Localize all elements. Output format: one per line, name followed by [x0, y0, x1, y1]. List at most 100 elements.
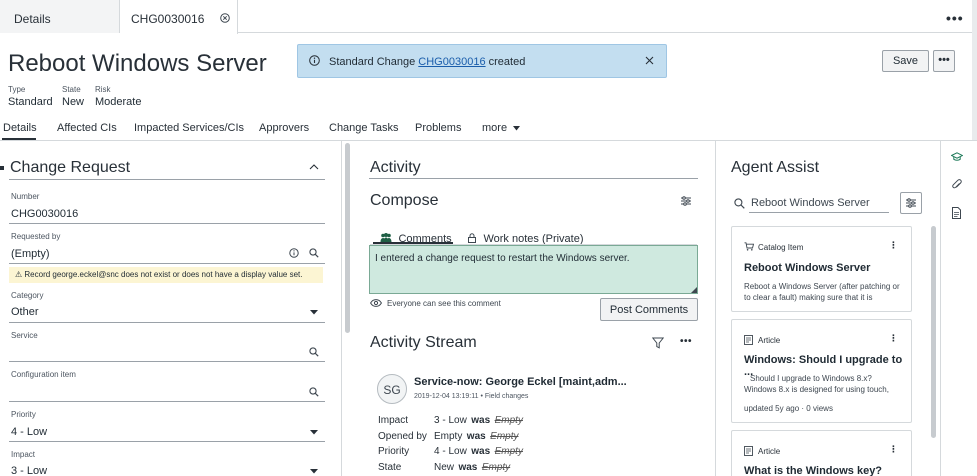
field-change-row: State New was Empty: [378, 457, 510, 475]
card-more-button[interactable]: ⋮: [889, 240, 898, 251]
subtab-more-label: more: [482, 122, 508, 134]
agent-assist-search-input[interactable]: Reboot Windows Server: [751, 197, 870, 209]
banner-suffix: created: [485, 56, 526, 68]
card-title[interactable]: What is the Windows key?: [744, 465, 882, 476]
filter-icon[interactable]: [652, 337, 664, 349]
document-icon[interactable]: [952, 207, 961, 219]
caret-down-icon: [513, 125, 521, 131]
card-title[interactable]: Reboot Windows Server: [744, 262, 870, 274]
impact-label: Impact: [11, 450, 36, 459]
eye-icon: [370, 299, 382, 307]
subtab-more[interactable]: more: [482, 122, 521, 134]
banner-record-link[interactable]: CHG0030016: [418, 56, 485, 68]
article-icon: [744, 446, 753, 456]
activity-divider: [369, 178, 698, 179]
search-input-line: [749, 212, 889, 213]
info-icon[interactable]: [289, 248, 299, 258]
type-value: Standard: [8, 96, 53, 108]
subtab-details[interactable]: Details: [3, 122, 37, 134]
priority-label: Priority: [11, 410, 36, 419]
assist-card[interactable]: Article ⋮ What is the Windows key?: [731, 430, 912, 476]
subtab-active-indicator: [2, 138, 36, 140]
sliders-icon: [905, 197, 917, 209]
chevron-up-icon[interactable]: [309, 164, 319, 170]
subtab-affected-cis[interactable]: Affected CIs: [57, 122, 117, 134]
comment-textarea[interactable]: I entered a change request to restart th…: [369, 245, 698, 294]
entry-timestamp: 2019-12-04 13:19:11: [414, 393, 479, 400]
right-panel-divider: [715, 141, 716, 476]
requested-by-warning: ⚠ Record george.eckel@snc does not exist…: [9, 267, 323, 283]
subtab-approvers[interactable]: Approvers: [259, 122, 309, 134]
header-more-button[interactable]: •••: [933, 50, 955, 72]
configuration-item-label: Configuration item: [11, 370, 76, 379]
number-value[interactable]: CHG0030016: [11, 208, 78, 220]
attachment-icon[interactable]: [952, 179, 962, 191]
success-banner: Standard Change CHG0030016 created: [297, 44, 667, 78]
requested-by-label: Requested by: [11, 232, 61, 241]
agent-assist-scrollbar[interactable]: [931, 226, 936, 438]
subtab-problems[interactable]: Problems: [415, 122, 461, 134]
compose-title: Compose: [370, 192, 439, 209]
service-field-line[interactable]: [9, 361, 325, 362]
search-icon[interactable]: [309, 387, 319, 397]
activity-title: Activity: [370, 159, 421, 176]
priority-field-line: [9, 441, 325, 442]
card-text-line: Windows 8.x is designed for using touch,: [744, 385, 889, 394]
compose-settings-icon[interactable]: [680, 195, 692, 207]
category-field-line: [9, 322, 325, 323]
priority-select[interactable]: 4 - Low: [11, 426, 47, 438]
caret-down-icon[interactable]: [310, 469, 318, 474]
left-panel-divider: [341, 141, 342, 476]
save-button[interactable]: Save: [882, 50, 929, 72]
entry-kind: • Field changes: [480, 393, 529, 400]
close-banner-icon[interactable]: [645, 56, 654, 65]
right-edge: [972, 0, 977, 140]
change-request-title: Change Request: [10, 159, 131, 176]
assist-card[interactable]: Article ⋮ Windows: Should I upgrade to .…: [731, 319, 912, 423]
resize-handle-icon[interactable]: [691, 287, 697, 293]
caret-down-icon[interactable]: [310, 310, 318, 315]
change-was: was: [458, 462, 478, 473]
cart-icon: [744, 242, 754, 251]
agent-assist-rail-icon[interactable]: [951, 152, 963, 162]
entry-meta: 2019-12-04 13:19:11 • Field changes: [414, 393, 528, 400]
card-type: Article: [758, 336, 781, 345]
card-more-button[interactable]: ⋮: [889, 444, 898, 455]
left-panel-scrollbar[interactable]: [345, 143, 350, 333]
change-value: 3 - Low: [434, 415, 467, 426]
configuration-item-field-line[interactable]: [9, 401, 325, 402]
change-label: Impact: [378, 415, 409, 426]
search-icon[interactable]: [309, 248, 319, 258]
card-more-button[interactable]: ⋮: [889, 333, 898, 344]
search-icon: [734, 198, 745, 209]
tab-bar-more-button[interactable]: •••: [946, 10, 964, 26]
search-filter-button[interactable]: [900, 192, 922, 214]
type-label: Type: [8, 85, 26, 94]
number-field-line: [9, 223, 325, 224]
compose-tab-active-indicator: [373, 242, 453, 244]
card-type: Article: [758, 447, 781, 456]
subtab-change-tasks[interactable]: Change Tasks: [329, 122, 399, 134]
impact-select[interactable]: 3 - Low: [11, 465, 47, 476]
assist-card[interactable]: Catalog Item ⋮ Reboot Windows Server Reb…: [731, 226, 912, 312]
category-select[interactable]: Other: [11, 306, 39, 318]
service-label: Service: [11, 331, 38, 340]
tab-details[interactable]: Details: [0, 0, 120, 33]
warning-icon: ⚠: [15, 270, 23, 279]
card-text-line: Should I upgrade to Windows 8.x?: [750, 374, 872, 383]
post-comments-button[interactable]: Post Comments: [600, 298, 698, 321]
risk-value: Moderate: [95, 96, 142, 108]
requested-by-field-line: [9, 263, 325, 264]
close-tab-icon[interactable]: [220, 13, 230, 23]
subtab-impacted-services[interactable]: Impacted Services/CIs: [134, 122, 244, 134]
requested-by-value[interactable]: (Empty): [11, 248, 50, 260]
risk-label: Risk: [95, 85, 111, 94]
search-icon[interactable]: [309, 347, 319, 357]
page-title: Reboot Windows Server: [8, 50, 267, 77]
change-was: was: [471, 446, 491, 457]
caret-down-icon[interactable]: [310, 430, 318, 435]
stream-more-button[interactable]: •••: [680, 336, 692, 347]
state-value: New: [62, 96, 85, 108]
change-old-value: Empty: [481, 462, 511, 473]
state-label: State: [62, 85, 81, 94]
